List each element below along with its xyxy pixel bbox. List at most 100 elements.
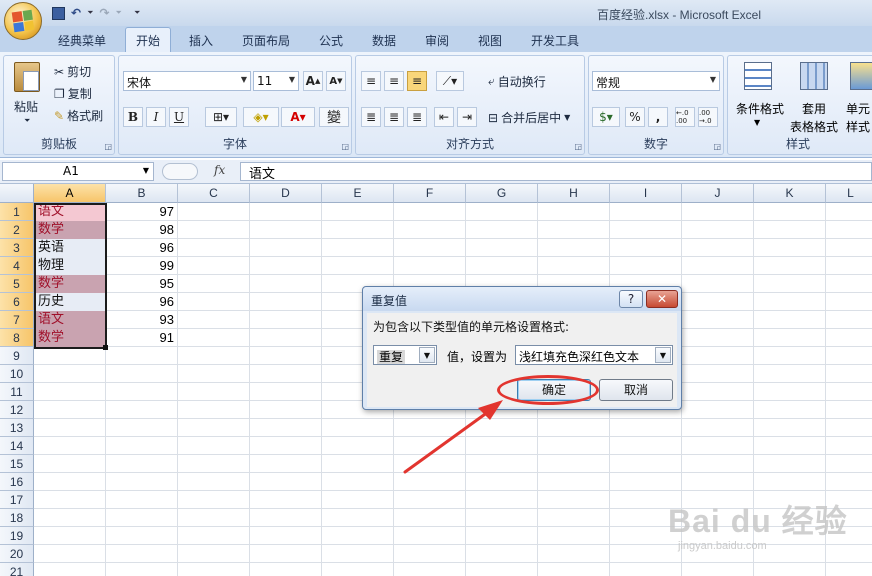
- copy-button[interactable]: ❐ 复制: [54, 85, 92, 102]
- wrap-text-button[interactable]: ⤶ 自动换行: [488, 73, 546, 90]
- row-header-1[interactable]: 1: [0, 203, 34, 221]
- row-header-6[interactable]: 6: [0, 293, 34, 311]
- conditional-format-button[interactable]: 条件格式 ▼: [732, 62, 788, 132]
- align-bottom-icon[interactable]: ≡: [407, 71, 427, 91]
- ok-button[interactable]: 确定: [517, 379, 591, 401]
- customize-qat-icon[interactable]: ⏷: [134, 8, 140, 18]
- fill-handle[interactable]: [103, 345, 108, 350]
- row-header-7[interactable]: 7: [0, 311, 34, 329]
- row-header-17[interactable]: 17: [0, 491, 34, 509]
- column-header-e[interactable]: E: [322, 184, 394, 203]
- column-header-j[interactable]: J: [682, 184, 754, 203]
- bold-button[interactable]: B: [123, 107, 143, 127]
- select-all-corner[interactable]: [0, 184, 34, 203]
- align-center-icon[interactable]: ≣: [384, 107, 404, 127]
- orientation-icon[interactable]: ⟋▾: [436, 71, 464, 91]
- align-top-icon[interactable]: ≡: [361, 71, 381, 91]
- cell-b7[interactable]: 93: [107, 311, 178, 329]
- column-header-g[interactable]: G: [466, 184, 538, 203]
- font-launcher-icon[interactable]: ◲: [341, 142, 349, 151]
- align-left-icon[interactable]: ≣: [361, 107, 381, 127]
- row-header-21[interactable]: 21: [0, 563, 34, 576]
- cell-a2[interactable]: 数学: [35, 221, 106, 239]
- number-launcher-icon[interactable]: ◲: [713, 142, 721, 151]
- shrink-font-icon[interactable]: A ▼: [326, 71, 346, 91]
- cut-button[interactable]: ✂ 剪切: [54, 63, 91, 80]
- cell-b3[interactable]: 96: [107, 239, 178, 257]
- office-button[interactable]: [4, 2, 42, 40]
- cell-a5[interactable]: 数学: [35, 275, 106, 293]
- column-header-f[interactable]: F: [394, 184, 466, 203]
- italic-button[interactable]: I: [146, 107, 166, 127]
- row-header-16[interactable]: 16: [0, 473, 34, 491]
- alignment-launcher-icon[interactable]: ◲: [574, 142, 582, 151]
- tab-classic-menu[interactable]: 经典菜单: [58, 32, 106, 49]
- row-header-18[interactable]: 18: [0, 509, 34, 527]
- column-header-l[interactable]: L: [826, 184, 872, 203]
- tab-formulas[interactable]: 公式: [319, 32, 343, 49]
- number-format-combo[interactable]: 常规 ▼: [592, 71, 720, 91]
- cell-a7[interactable]: 语文: [35, 311, 106, 329]
- value-type-select[interactable]: 重复 ▼: [373, 345, 437, 365]
- row-header-2[interactable]: 2: [0, 221, 34, 239]
- font-size-combo[interactable]: 11 ▼: [253, 71, 299, 91]
- tab-page-layout[interactable]: 页面布局: [242, 32, 290, 49]
- underline-button[interactable]: U: [169, 107, 189, 127]
- tab-developer[interactable]: 开发工具: [531, 32, 579, 49]
- undo-dropdown-icon[interactable]: ⏷: [87, 8, 93, 18]
- decrease-indent-icon[interactable]: ⇤: [434, 107, 454, 127]
- row-header-5[interactable]: 5: [0, 275, 34, 293]
- row-header-9[interactable]: 9: [0, 347, 34, 365]
- comma-button[interactable]: ,: [648, 107, 668, 127]
- align-middle-icon[interactable]: ≡: [384, 71, 404, 91]
- cell-b8[interactable]: 91: [107, 329, 178, 347]
- row-header-20[interactable]: 20: [0, 545, 34, 563]
- percent-button[interactable]: %: [625, 107, 645, 127]
- row-header-14[interactable]: 14: [0, 437, 34, 455]
- redo-dropdown-icon[interactable]: ⏷: [116, 8, 122, 18]
- align-right-icon[interactable]: ≣: [407, 107, 427, 127]
- clipboard-launcher-icon[interactable]: ◲: [104, 142, 112, 151]
- chevron-down-icon[interactable]: ▼: [143, 166, 149, 175]
- column-header-c[interactable]: C: [178, 184, 250, 203]
- column-header-k[interactable]: K: [754, 184, 826, 203]
- format-as-table-button[interactable]: 套用 表格格式: [786, 62, 842, 134]
- increase-indent-icon[interactable]: ⇥: [457, 107, 477, 127]
- cell-styles-button[interactable]: 单元 样式: [842, 62, 872, 134]
- font-name-combo[interactable]: 宋体 ▼: [123, 71, 251, 91]
- cell-b6[interactable]: 96: [107, 293, 178, 311]
- cancel-button[interactable]: 取消: [599, 379, 673, 401]
- format-painter-button[interactable]: ✎ 格式刷: [54, 107, 103, 124]
- column-header-h[interactable]: H: [538, 184, 610, 203]
- row-header-12[interactable]: 12: [0, 401, 34, 419]
- row-header-11[interactable]: 11: [0, 383, 34, 401]
- cell-a8[interactable]: 数学: [35, 329, 106, 347]
- formula-input[interactable]: 语文: [240, 162, 872, 182]
- fill-color-icon[interactable]: ◈▾: [243, 107, 279, 127]
- chevron-down-icon[interactable]: ▼: [655, 347, 671, 363]
- insert-function-icon[interactable]: fx: [214, 163, 225, 177]
- row-header-13[interactable]: 13: [0, 419, 34, 437]
- paste-icon[interactable]: [14, 62, 40, 92]
- name-box[interactable]: A1 ▼: [2, 162, 154, 181]
- column-header-a[interactable]: A: [34, 184, 106, 203]
- currency-icon[interactable]: $▾: [592, 107, 620, 127]
- cell-b1[interactable]: 97: [107, 203, 178, 221]
- row-header-3[interactable]: 3: [0, 239, 34, 257]
- borders-icon[interactable]: ⊞▾: [205, 107, 237, 127]
- cell-a6[interactable]: 历史: [35, 293, 106, 311]
- tab-review[interactable]: 审阅: [425, 32, 449, 49]
- help-button[interactable]: ?: [619, 290, 643, 308]
- undo-icon[interactable]: ↶: [71, 6, 81, 20]
- row-header-4[interactable]: 4: [0, 257, 34, 275]
- cell-b5[interactable]: 95: [107, 275, 178, 293]
- save-icon[interactable]: [52, 6, 65, 20]
- cell-b2[interactable]: 98: [107, 221, 178, 239]
- tab-view[interactable]: 视图: [478, 32, 502, 49]
- font-color-icon[interactable]: A▾: [281, 107, 315, 127]
- grow-font-icon[interactable]: A ▲: [303, 71, 323, 91]
- cell-a1[interactable]: 语文: [35, 203, 106, 221]
- merge-center-button[interactable]: ⊟ 合并后居中 ▼: [488, 109, 570, 126]
- tab-data[interactable]: 数据: [372, 32, 396, 49]
- close-button[interactable]: ✕: [646, 290, 678, 308]
